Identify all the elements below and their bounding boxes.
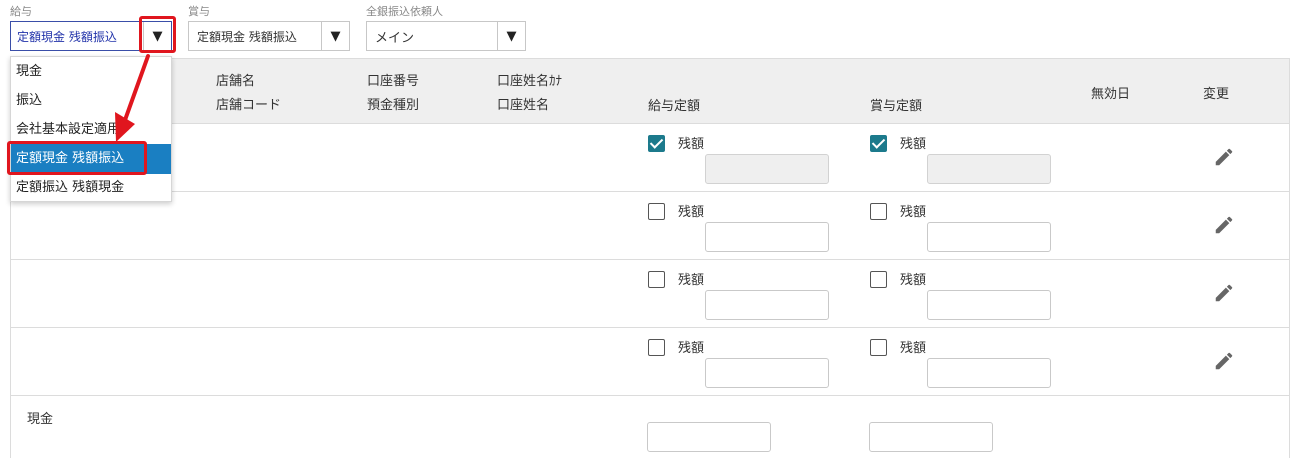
header-edit: 変更 (1203, 87, 1230, 102)
table-row: 残額 残額 (11, 259, 1289, 327)
bonus-cash-input[interactable] (869, 422, 993, 452)
table-row: 残額 残額 (11, 123, 1289, 191)
bonus-select[interactable]: 定額現金 残額振込 ▼ (188, 21, 350, 51)
salary-remainder-checkbox[interactable] (648, 339, 665, 356)
salary-fixed-input[interactable] (705, 154, 829, 184)
zengin-select-value: メイン (375, 30, 415, 46)
bonus-remainder-label: 残額 (900, 341, 927, 356)
header-salary-fixed: 給与定額 (648, 99, 701, 114)
header-account-name-kana: 口座姓名ｶﾅ (497, 74, 563, 89)
salary-fixed-input[interactable] (705, 358, 829, 388)
pencil-icon[interactable] (1213, 146, 1235, 168)
table-header: 店舗名 店舗コード 口座番号 預金種別 口座姓名ｶﾅ 口座姓名 給与定額 賞与定… (11, 59, 1289, 123)
header-branch-name: 店舗名 (216, 74, 256, 89)
pencil-icon[interactable] (1213, 282, 1235, 304)
salary-remainder-checkbox[interactable] (648, 135, 665, 152)
salary-remainder-checkbox[interactable] (648, 203, 665, 220)
pencil-icon[interactable] (1213, 214, 1235, 236)
bonus-select-value: 定額現金 残額振込 (197, 29, 297, 44)
header-branch-code: 店舗コード (216, 98, 282, 113)
cash-row: 現金 (11, 395, 1289, 459)
table-row: 残額 残額 (11, 191, 1289, 259)
header-account-name: 口座姓名 (497, 98, 550, 113)
chevron-down-icon[interactable]: ▼ (321, 22, 349, 50)
salary-remainder-label: 残額 (678, 205, 705, 220)
salary-remainder-label: 残額 (678, 273, 705, 288)
salary-select-value: 定額現金 残額振込 (17, 29, 117, 44)
header-bonus-fixed: 賞与定額 (870, 99, 923, 114)
cash-label: 現金 (27, 412, 54, 427)
bonus-remainder-checkbox[interactable] (870, 271, 887, 288)
bank-account-table: 店舗名 店舗コード 口座番号 預金種別 口座姓名ｶﾅ 口座姓名 給与定額 賞与定… (10, 58, 1290, 458)
red-arrow-annotation (115, 54, 150, 142)
highlight-box-dropdown-button (139, 16, 176, 53)
salary-fixed-input[interactable] (705, 222, 829, 252)
zengin-select[interactable]: メイン ▼ (366, 21, 526, 51)
bonus-remainder-label: 残額 (900, 137, 927, 152)
bonus-label: 賞与 (188, 5, 210, 18)
dropdown-option-fixed-transfer-remainder-cash[interactable]: 定額振込 残額現金 (11, 173, 171, 203)
salary-cash-input[interactable] (647, 422, 771, 452)
chevron-down-icon[interactable]: ▼ (497, 22, 525, 50)
bonus-fixed-input[interactable] (927, 222, 1051, 252)
bonus-remainder-label: 残額 (900, 273, 927, 288)
salary-fixed-input[interactable] (705, 290, 829, 320)
bonus-remainder-checkbox[interactable] (870, 135, 887, 152)
bonus-remainder-checkbox[interactable] (870, 339, 887, 356)
bonus-fixed-input[interactable] (927, 290, 1051, 320)
header-deposit-type: 預金種別 (367, 98, 420, 113)
header-account-number: 口座番号 (367, 74, 420, 89)
pencil-icon[interactable] (1213, 350, 1235, 372)
zengin-label: 全銀振込依頼人 (366, 5, 443, 18)
salary-remainder-label: 残額 (678, 341, 705, 356)
table-row: 残額 残額 (11, 327, 1289, 395)
bonus-fixed-input[interactable] (927, 154, 1051, 184)
bonus-remainder-label: 残額 (900, 205, 927, 220)
header-invalid-date: 無効日 (1091, 87, 1131, 102)
bonus-fixed-input[interactable] (927, 358, 1051, 388)
bonus-remainder-checkbox[interactable] (870, 203, 887, 220)
salary-remainder-checkbox[interactable] (648, 271, 665, 288)
salary-label: 給与 (10, 5, 32, 18)
salary-remainder-label: 残額 (678, 137, 705, 152)
